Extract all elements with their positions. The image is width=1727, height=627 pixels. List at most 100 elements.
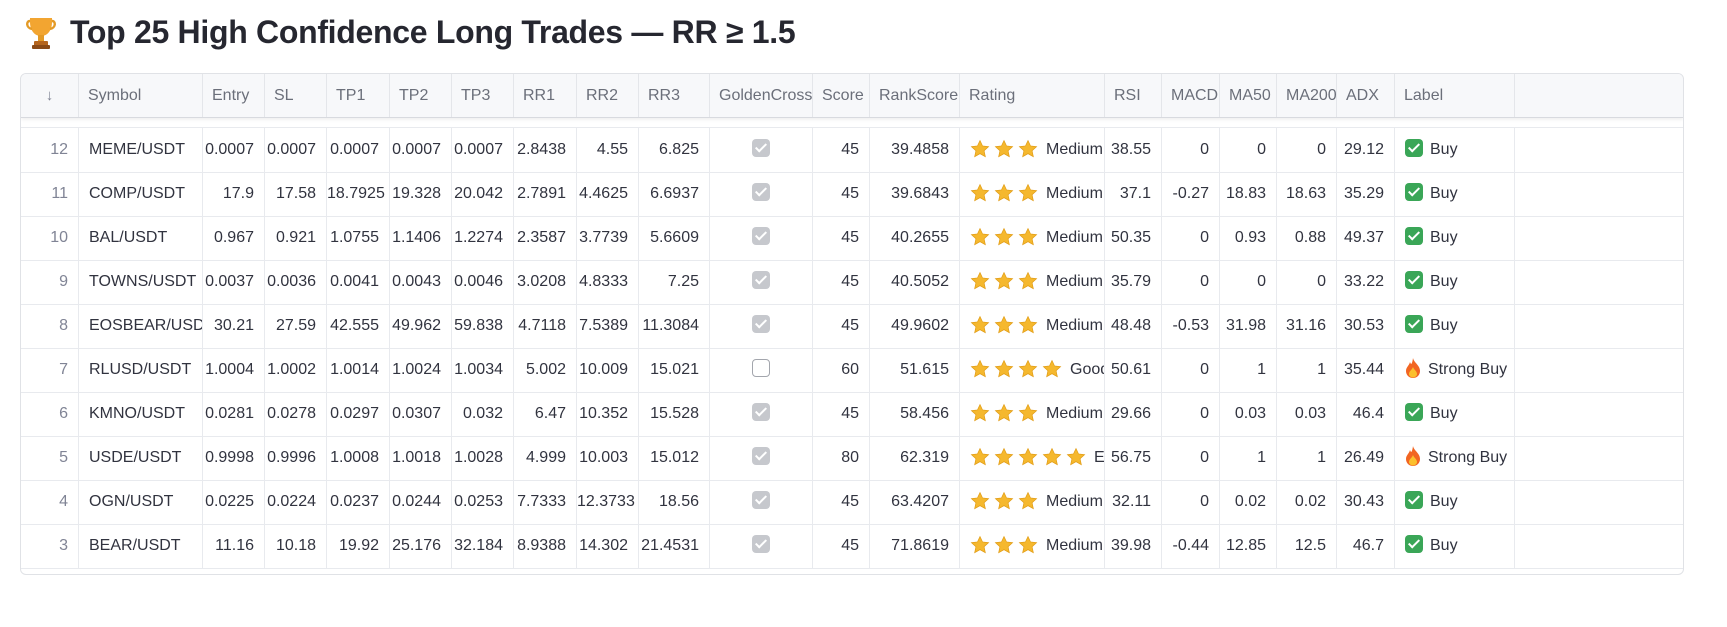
cell-golden-cross[interactable] — [710, 128, 813, 172]
table-row[interactable]: 3 BEAR/USDT 11.16 10.18 19.92 25.176 32.184 8.9… — [21, 524, 1683, 569]
cell-rr1[interactable]: 2.8438 — [514, 128, 577, 172]
cell-label[interactable]: Buy — [1395, 392, 1515, 436]
cell-tp2[interactable]: 0.0007 — [390, 128, 452, 172]
golden-cross-checkbox[interactable] — [752, 403, 770, 422]
cell-rsi[interactable]: 29.66 — [1105, 392, 1162, 436]
cell-adx[interactable]: 26.49 — [1337, 436, 1395, 480]
cell-sl[interactable]: 10.18 — [265, 524, 327, 568]
cell-symbol[interactable]: BEAR/USDT — [79, 524, 203, 568]
cell-macd[interactable]: 0 — [1162, 128, 1220, 172]
cell-tp1[interactable]: 42.555 — [327, 304, 390, 348]
golden-cross-checkbox[interactable] — [752, 139, 770, 158]
cell-rr3[interactable]: 21.4531 — [639, 524, 710, 568]
cell-rr3[interactable]: 7.25 — [639, 260, 710, 304]
golden-cross-checkbox[interactable] — [752, 359, 770, 378]
cell-tp3[interactable]: 0.0046 — [452, 260, 514, 304]
cell-macd[interactable]: 0 — [1162, 480, 1220, 524]
cell-idx[interactable]: 10 — [21, 216, 79, 260]
cell-ma200[interactable]: 1 — [1277, 436, 1337, 480]
cell-tp2[interactable]: 1.0018 — [390, 436, 452, 480]
cell-rating[interactable]: Medium — [960, 172, 1105, 216]
cell-entry[interactable]: 0.0007 — [203, 128, 265, 172]
cell-idx[interactable]: 3 — [21, 524, 79, 568]
cell-rr2[interactable]: 10.003 — [577, 436, 639, 480]
cell-symbol[interactable]: KMNO/USDT — [79, 392, 203, 436]
cell-adx[interactable]: 46.7 — [1337, 524, 1395, 568]
cell-ma50[interactable]: 1 — [1220, 348, 1277, 392]
cell-sl[interactable]: 0.0036 — [265, 260, 327, 304]
cell-label[interactable]: Buy — [1395, 172, 1515, 216]
column-header-entry[interactable]: Entry — [203, 74, 265, 117]
cell-rr3[interactable]: 6.6937 — [639, 172, 710, 216]
cell-rr1[interactable]: 4.999 — [514, 436, 577, 480]
cell-entry[interactable]: 0.0037 — [203, 260, 265, 304]
cell-sl[interactable]: 0.0278 — [265, 392, 327, 436]
cell-sl[interactable]: 27.59 — [265, 304, 327, 348]
cell-entry[interactable]: 0.9998 — [203, 436, 265, 480]
cell-adx[interactable]: 46.4 — [1337, 392, 1395, 436]
sort-arrow-icon[interactable]: ↓ — [21, 74, 79, 117]
cell-tp3[interactable]: 1.0034 — [452, 348, 514, 392]
cell-tp3[interactable]: 1.2274 — [452, 216, 514, 260]
cell-ma200[interactable]: 18.63 — [1277, 172, 1337, 216]
cell-score[interactable]: 45 — [813, 216, 870, 260]
cell-rr2[interactable]: 10.352 — [577, 392, 639, 436]
cell-score[interactable]: 45 — [813, 260, 870, 304]
cell-tp2[interactable]: 19.328 — [390, 172, 452, 216]
data-table[interactable]: ↓ Symbol Entry SL TP1 TP2 TP3 RR1 RR2 RR3 GoldenCr… — [20, 73, 1684, 575]
cell-idx[interactable]: 8 — [21, 304, 79, 348]
cell-rsi[interactable]: 32.11 — [1105, 480, 1162, 524]
cell-macd[interactable]: 0 — [1162, 348, 1220, 392]
cell-ma200[interactable]: 0 — [1277, 260, 1337, 304]
table-row[interactable]: 8 EOSBEAR/USDT 30.21 27.59 42.555 49.962 59.83… — [21, 304, 1683, 349]
cell-ma200[interactable]: 0.02 — [1277, 480, 1337, 524]
cell-macd[interactable]: -0.53 — [1162, 304, 1220, 348]
cell-idx[interactable]: 7 — [21, 348, 79, 392]
column-header-macd[interactable]: MACD — [1162, 74, 1220, 117]
cell-rank-score[interactable]: 40.5052 — [870, 260, 960, 304]
cell-rsi[interactable]: 48.48 — [1105, 304, 1162, 348]
column-header-rr3[interactable]: RR3 — [639, 74, 710, 117]
cell-tp2[interactable]: 1.1406 — [390, 216, 452, 260]
cell-rr2[interactable]: 10.009 — [577, 348, 639, 392]
cell-idx[interactable]: 11 — [21, 172, 79, 216]
cell-tp2[interactable]: 25.176 — [390, 524, 452, 568]
cell-rsi[interactable]: 39.98 — [1105, 524, 1162, 568]
cell-golden-cross[interactable] — [710, 480, 813, 524]
table-row[interactable]: 4 OGN/USDT 0.0225 0.0224 0.0237 0.0244 0.0253 7… — [21, 480, 1683, 525]
cell-rating[interactable]: Medium — [960, 304, 1105, 348]
cell-tp1[interactable]: 0.0297 — [327, 392, 390, 436]
cell-tp1[interactable]: 0.0237 — [327, 480, 390, 524]
cell-ma50[interactable]: 0.02 — [1220, 480, 1277, 524]
cell-tp3[interactable]: 59.838 — [452, 304, 514, 348]
cell-adx[interactable]: 35.29 — [1337, 172, 1395, 216]
cell-rsi[interactable]: 37.1 — [1105, 172, 1162, 216]
cell-symbol[interactable]: MEME/USDT — [79, 128, 203, 172]
golden-cross-checkbox[interactable] — [752, 271, 770, 290]
cell-tp3[interactable]: 0.0007 — [452, 128, 514, 172]
cell-macd[interactable]: 0 — [1162, 392, 1220, 436]
cell-rating[interactable]: Medium — [960, 524, 1105, 568]
cell-tp3[interactable]: 32.184 — [452, 524, 514, 568]
column-header-rating[interactable]: Rating — [960, 74, 1105, 117]
golden-cross-checkbox[interactable] — [752, 183, 770, 202]
table-row[interactable]: 6 KMNO/USDT 0.0281 0.0278 0.0297 0.0307 0.032 6… — [21, 392, 1683, 437]
column-header-rsi[interactable]: RSI — [1105, 74, 1162, 117]
column-header-rr2[interactable]: RR2 — [577, 74, 639, 117]
cell-rsi[interactable]: 50.61 — [1105, 348, 1162, 392]
cell-adx[interactable]: 33.22 — [1337, 260, 1395, 304]
cell-symbol[interactable]: EOSBEAR/USDT — [79, 304, 203, 348]
cell-sl[interactable]: 0.921 — [265, 216, 327, 260]
cell-ma200[interactable]: 0 — [1277, 128, 1337, 172]
cell-tp2[interactable]: 0.0043 — [390, 260, 452, 304]
cell-sl[interactable]: 1.0002 — [265, 348, 327, 392]
cell-entry[interactable]: 17.9 — [203, 172, 265, 216]
cell-ma200[interactable]: 0.03 — [1277, 392, 1337, 436]
cell-macd[interactable]: 0 — [1162, 436, 1220, 480]
cell-rsi[interactable]: 50.35 — [1105, 216, 1162, 260]
cell-rank-score[interactable]: 71.8619 — [870, 524, 960, 568]
cell-rr1[interactable]: 2.3587 — [514, 216, 577, 260]
cell-idx[interactable]: 4 — [21, 480, 79, 524]
golden-cross-checkbox[interactable] — [752, 227, 770, 246]
golden-cross-checkbox[interactable] — [752, 535, 770, 554]
